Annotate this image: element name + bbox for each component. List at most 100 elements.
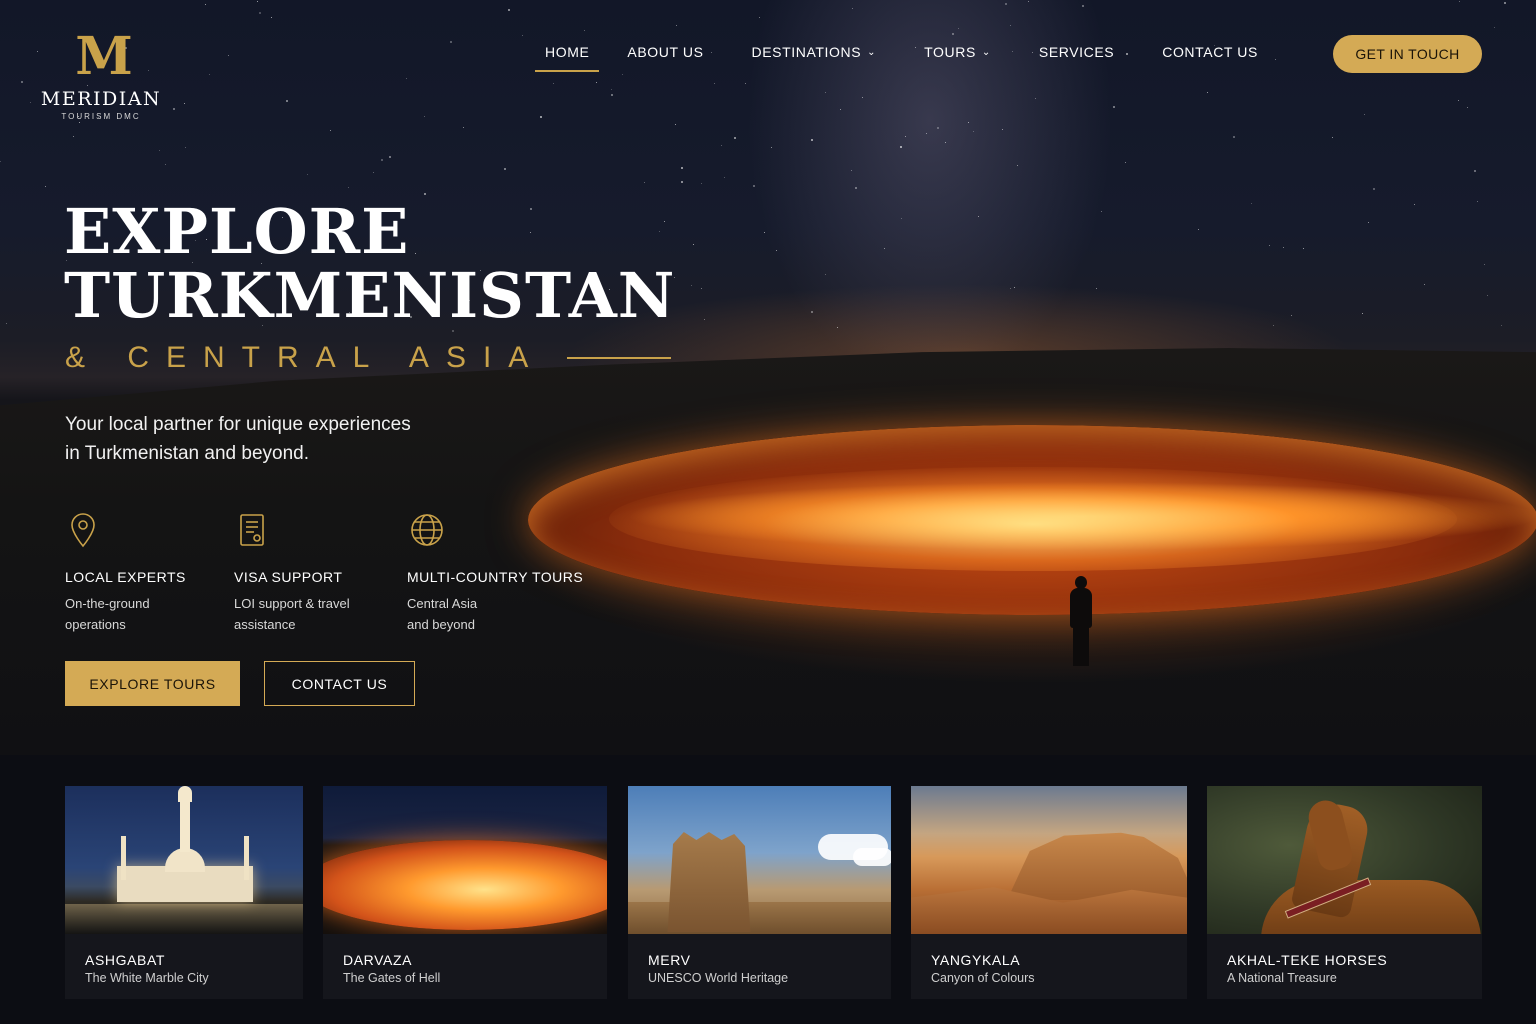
nav-item-home[interactable]: HOME (535, 44, 600, 72)
nav-item-about-us[interactable]: ABOUT US (617, 44, 713, 72)
star (824, 274, 826, 276)
logo-mark: M (75, 26, 133, 87)
star (704, 319, 706, 321)
star (1473, 169, 1476, 172)
star (680, 167, 683, 170)
star (1198, 228, 1200, 230)
feature-desc-line: and beyond (407, 617, 475, 632)
star (1275, 58, 1277, 60)
star (1303, 247, 1305, 249)
star (1014, 286, 1016, 288)
explore-tours-button[interactable]: EXPLORE TOURS (65, 661, 240, 706)
document-icon (240, 514, 264, 546)
star (424, 116, 426, 118)
destination-card-darvaza[interactable]: DARVAZA The Gates of Hell (323, 786, 607, 999)
feature-desc-line: operations (65, 617, 126, 632)
star (450, 40, 452, 43)
destination-card-yangykala[interactable]: YANGYKALA Canyon of Colours (911, 786, 1187, 999)
hero-lead: Your local partner for unique experience… (65, 410, 485, 468)
card-title: DARVAZA (343, 952, 413, 968)
star (899, 145, 902, 148)
chevron-down-icon: ⌄ (867, 46, 877, 58)
star (256, 0, 258, 2)
brand-logo[interactable]: M MERIDIAN TOURISM DMC (38, 26, 164, 122)
card-title: ASHGABAT (85, 952, 166, 968)
star (20, 80, 23, 83)
card-title: YANGYKALA (931, 952, 1021, 968)
subtitle-divider (567, 357, 672, 359)
star (758, 17, 760, 19)
star (405, 78, 407, 80)
star (270, 16, 272, 18)
get-in-touch-button[interactable]: GET IN TOUCH (1333, 35, 1482, 73)
feature-visa-support: VISA SUPPORT LOI support & travel assist… (234, 512, 424, 635)
star (944, 142, 946, 144)
map-pin-icon (71, 513, 95, 548)
fire-crater-illustration (323, 840, 607, 930)
feature-multi-country-tours: MULTI-COUNTRY TOURS Central Asia and bey… (407, 512, 597, 635)
star (1362, 312, 1364, 314)
horse-illustration (1231, 794, 1481, 934)
card-subtitle: The Gates of Hell (343, 971, 441, 985)
star (1005, 2, 1008, 5)
star (724, 176, 726, 178)
feature-desc: Central Asia and beyond (407, 593, 547, 635)
star (1268, 245, 1270, 247)
star (1082, 4, 1085, 7)
nav-item-tours[interactable]: TOURS ⌄ (914, 44, 1001, 72)
star (1458, 100, 1460, 102)
star (968, 122, 970, 124)
star (1125, 162, 1126, 164)
star (463, 127, 465, 129)
star (389, 156, 392, 159)
star (700, 182, 702, 184)
akhal-teke-horse-image (1207, 786, 1482, 934)
destination-card-merv[interactable]: MERV UNESCO World Heritage (628, 786, 891, 999)
star (1364, 113, 1366, 115)
feature-desc-line: LOI support & travel (234, 596, 350, 611)
star (1500, 324, 1502, 326)
star (1251, 202, 1253, 204)
star (259, 12, 262, 15)
nav-label: DESTINATIONS (751, 44, 862, 60)
star (1035, 97, 1037, 99)
star (1282, 246, 1284, 248)
card-subtitle: The White Marble City (85, 971, 209, 985)
star (1487, 294, 1489, 296)
nav-item-destinations[interactable]: DESTINATIONS ⌄ (742, 44, 887, 72)
feature-title: VISA SUPPORT (234, 569, 343, 585)
star (45, 186, 47, 188)
star (973, 130, 975, 132)
destination-card-ashgabat[interactable]: ASHGABAT The White Marble City (65, 786, 303, 999)
star (424, 193, 427, 196)
star (621, 73, 623, 75)
star (507, 9, 510, 12)
star (330, 129, 332, 131)
ashgabat-image (65, 786, 303, 934)
hero-title-line1: EXPLORE (64, 195, 410, 268)
star (1467, 107, 1469, 109)
star (1493, 27, 1495, 29)
contact-us-button[interactable]: CONTACT US (264, 661, 415, 706)
star (1290, 314, 1292, 316)
star (205, 4, 207, 6)
feature-desc-line: On-the-ground (65, 596, 150, 611)
star (900, 218, 902, 220)
darvaza-crater (528, 425, 1536, 615)
star (883, 248, 885, 250)
feature-title: MULTI-COUNTRY TOURS (407, 569, 584, 585)
nav-item-services[interactable]: SERVICES (1029, 44, 1124, 72)
feature-desc: LOI support & travel assistance (234, 593, 374, 635)
star (1483, 263, 1485, 265)
mosque-illustration (117, 786, 253, 902)
star (691, 285, 693, 287)
star (675, 124, 677, 126)
star (1413, 204, 1415, 206)
destination-card-akhal-teke[interactable]: AKHAL-TEKE HORSES A National Treasure (1207, 786, 1482, 999)
nav-item-contact-us[interactable]: CONTACT US (1152, 44, 1268, 72)
star (676, 24, 678, 26)
card-subtitle: A National Treasure (1227, 971, 1337, 985)
star (1503, 1, 1506, 4)
star (5, 322, 7, 324)
star (744, 82, 746, 84)
